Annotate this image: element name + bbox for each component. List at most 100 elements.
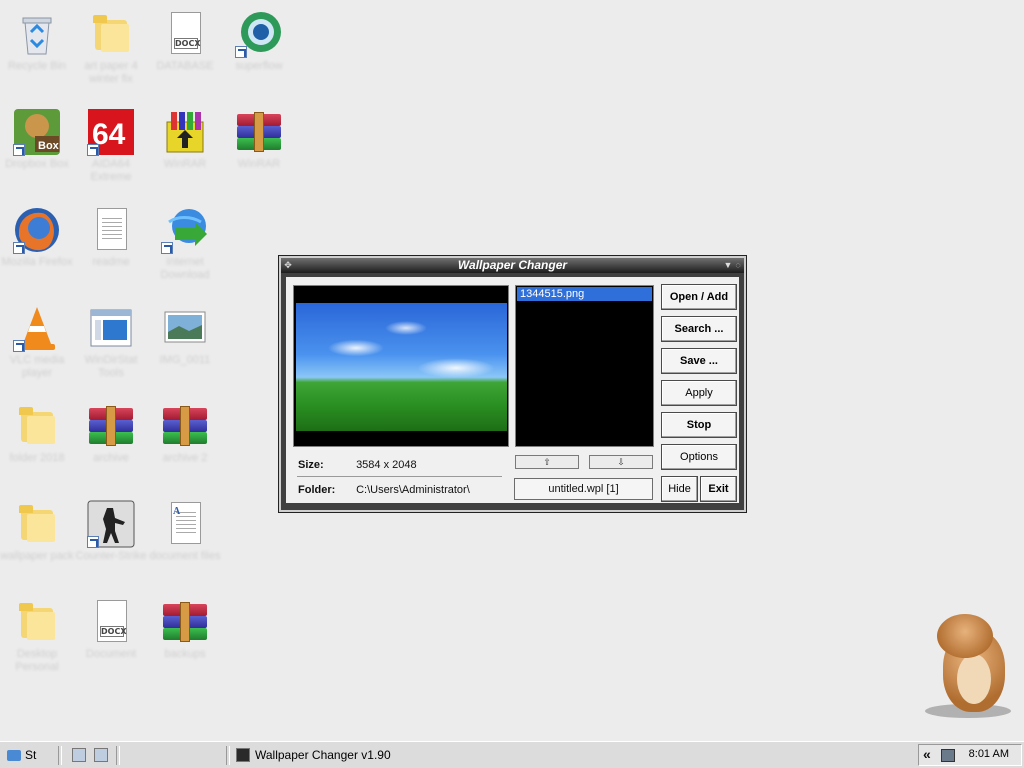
desktop-icon-label: Desktop Personal xyxy=(15,648,59,673)
desktop-icon-counter-strike[interactable]: Counter-Strike xyxy=(74,494,148,578)
wallpaper-preview xyxy=(293,285,509,447)
shortcut-arrow-icon xyxy=(13,144,25,156)
window-title: Wallpaper Changer xyxy=(457,258,568,272)
folder-icon xyxy=(13,500,61,548)
desktop-icon-label: art paper 4 winter fix xyxy=(84,60,138,85)
desktop-icon-folder[interactable]: folder 2018 xyxy=(0,396,74,480)
wallpaper-changer-window: ✥ Wallpaper Changer ▼ ◌ 1344515.png ⇧ ⇩ … xyxy=(278,255,747,513)
folder-label: Folder: xyxy=(298,484,336,496)
desktop-icon-label: IMG_0011 xyxy=(159,354,211,366)
desktop-icon-docx[interactable]: DOCX Document xyxy=(74,592,148,676)
desktop-icon-windirstat[interactable]: WinDirStat Tools xyxy=(74,298,148,382)
hide-button[interactable]: Hide xyxy=(661,476,698,502)
size-value: 3584 x 2048 xyxy=(356,459,417,471)
desktop-icon-idm[interactable]: Internet Download xyxy=(148,200,222,284)
move-down-button[interactable]: ⇩ xyxy=(589,455,653,469)
desktop-icon-winrar-archive[interactable]: WinRAR xyxy=(222,102,296,186)
desktop-icon-label: document files xyxy=(149,550,221,562)
shortcut-arrow-icon xyxy=(161,242,173,254)
desktop-icon-label: backups xyxy=(164,648,206,660)
folder-value: C:\Users\Administrator\ xyxy=(356,484,470,496)
desktop-icon-superflow[interactable]: superflow xyxy=(222,4,296,88)
folder-icon xyxy=(13,598,61,646)
desktop-icon-recycle-bin[interactable]: Recycle Bin xyxy=(0,4,74,88)
desktop-icon-label: DATABASE xyxy=(156,60,214,72)
globe-app-icon xyxy=(235,10,283,58)
shortcut-arrow-icon xyxy=(235,46,247,58)
docx-file-icon: DOCX xyxy=(87,598,135,646)
svg-text:Box: Box xyxy=(38,140,60,152)
playlist-file-button[interactable]: untitled.wpl [1] xyxy=(514,478,653,500)
start-label: St xyxy=(25,748,37,762)
show-desktop-icon[interactable] xyxy=(72,748,86,762)
recycle-bin-icon xyxy=(13,10,61,58)
image-file-icon xyxy=(161,304,209,352)
desktop-icon-label: VLC media player xyxy=(9,354,65,379)
playlist-listbox[interactable]: 1344515.png xyxy=(515,285,654,447)
desktop-icon-label: Recycle Bin xyxy=(7,60,67,72)
desktop-icon-folder[interactable]: wallpaper pack xyxy=(0,494,74,578)
size-label: Size: xyxy=(298,459,324,471)
title-bar[interactable]: ✥ Wallpaper Changer ▼ ◌ xyxy=(281,258,744,273)
desktop-icon-winrar-archive[interactable]: archive xyxy=(74,396,148,480)
desktop-icon-folder[interactable]: Desktop Personal xyxy=(0,592,74,676)
playlist-item-selected[interactable]: 1344515.png xyxy=(517,287,652,301)
dropbox-box-icon: Box xyxy=(13,108,61,156)
shortcut-arrow-icon xyxy=(13,242,25,254)
desktop-icon-text-file[interactable]: readme xyxy=(74,200,148,284)
image-info-panel: Size: 3584 x 2048 Folder: C:\Users\Admin… xyxy=(293,455,506,501)
quick-launch-icon[interactable] xyxy=(94,748,108,762)
apply-button[interactable]: Apply xyxy=(661,380,737,406)
system-tray: « 8:01 AM xyxy=(918,744,1022,766)
wallpaper-changer-app-icon xyxy=(236,748,250,762)
options-button[interactable]: Options xyxy=(661,444,737,470)
vlc-cone-icon xyxy=(13,304,61,352)
svg-text:A: A xyxy=(173,506,181,517)
tray-monitor-icon[interactable] xyxy=(941,749,955,762)
desktop-icon-aida64[interactable]: 64 AIDA64 Extreme xyxy=(74,102,148,186)
shortcut-arrow-icon xyxy=(13,340,25,352)
preview-image xyxy=(296,303,507,431)
close-circle-icon[interactable]: ◌ xyxy=(733,259,743,271)
desktop-icon-label: superflow xyxy=(235,60,283,72)
desktop-icon-label: Counter-Strike xyxy=(75,550,147,562)
save-button[interactable]: Save ... xyxy=(661,348,737,374)
taskbar: St Wallpaper Changer v1.90 « 8:01 AM xyxy=(0,741,1024,768)
taskbar-divider xyxy=(58,746,62,765)
desktop-icon-folder[interactable]: art paper 4 winter fix xyxy=(74,4,148,88)
exit-button[interactable]: Exit xyxy=(700,476,737,502)
desktop-icon-label: AIDA64 Extreme xyxy=(90,158,132,183)
move-up-button[interactable]: ⇧ xyxy=(515,455,579,469)
size-row: Size: 3584 x 2048 xyxy=(298,459,417,471)
desktop-icon-label: archive 2 xyxy=(162,452,208,464)
desktop-icon-dropbox[interactable]: Box Dropbox Box xyxy=(0,102,74,186)
folder-icon xyxy=(87,10,135,58)
info-divider xyxy=(297,476,502,477)
clock[interactable]: 8:01 AM xyxy=(969,748,1009,760)
desktop-icon-image[interactable]: IMG_0011 xyxy=(148,298,222,382)
stop-button[interactable]: Stop xyxy=(661,412,737,438)
desktop-icon-firefox[interactable]: Mozilla Firefox xyxy=(0,200,74,284)
desktop-icon-winrar[interactable]: WinRAR xyxy=(148,102,222,186)
taskbar-task-wallpaper-changer[interactable]: Wallpaper Changer v1.90 xyxy=(231,745,431,766)
desktop-icon-label: wallpaper pack xyxy=(0,550,74,562)
minimize-triangle-icon[interactable]: ▼ xyxy=(723,259,733,271)
tray-expand-chevron-icon[interactable]: « xyxy=(923,746,931,762)
folder-row: Folder: C:\Users\Administrator\ xyxy=(298,484,470,496)
desktop-icon-document[interactable]: A document files xyxy=(148,494,222,578)
start-button[interactable]: St xyxy=(3,745,51,766)
desktop-icon-label: Document xyxy=(85,648,137,660)
desktop-icon-label: WinRAR xyxy=(237,158,281,170)
desktop-icon-winrar-archive[interactable]: backups xyxy=(148,592,222,676)
winrar-archive-icon xyxy=(235,108,283,156)
firefox-icon xyxy=(13,206,61,254)
desktop-icon-vlc[interactable]: VLC media player xyxy=(0,298,74,382)
desktop-icon-label: archive xyxy=(93,452,129,464)
start-logo-icon xyxy=(7,750,21,761)
winrar-archive-icon xyxy=(87,402,135,450)
search-button[interactable]: Search ... xyxy=(661,316,737,342)
desktop-icon-docx[interactable]: DOCX DATABASE xyxy=(148,4,222,88)
desktop-icon-winrar-archive[interactable]: archive 2 xyxy=(148,396,222,480)
desktop-icon-label: readme xyxy=(92,256,130,268)
open-add-button[interactable]: Open / Add xyxy=(661,284,737,310)
